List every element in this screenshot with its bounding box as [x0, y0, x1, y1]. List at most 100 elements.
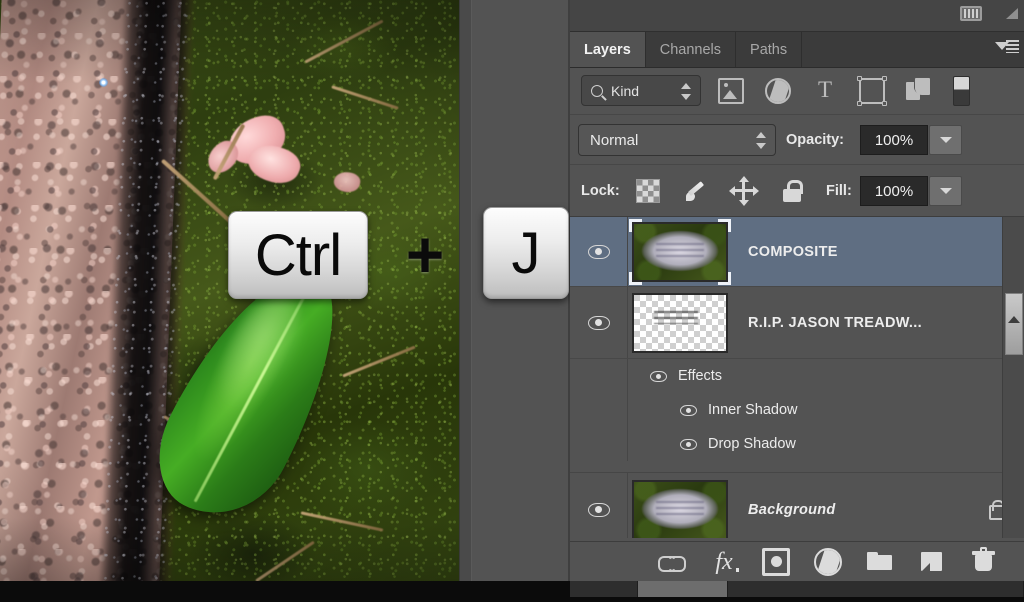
tab-layers[interactable]: Layers — [570, 32, 646, 67]
fill-field[interactable]: 100% — [860, 176, 928, 206]
opacity-field[interactable]: 100% — [860, 125, 928, 155]
image-canvas[interactable]: Ctrl + — [0, 0, 459, 602]
list-spacer — [570, 461, 1024, 473]
eye-icon — [587, 502, 610, 517]
tab-channels[interactable]: Channels — [646, 32, 737, 67]
lock-buttons — [636, 165, 804, 217]
layer-thumbnail-cell[interactable] — [628, 479, 732, 538]
collapse-panels-icon[interactable] — [960, 6, 982, 21]
hamburger-lines-icon — [1006, 40, 1019, 53]
effect-label: Drop Shadow — [708, 436, 796, 452]
layer-name[interactable]: Background — [732, 502, 986, 518]
table-row[interactable]: Background — [570, 473, 1024, 538]
keycap-j: J — [483, 207, 569, 299]
pixel-layers-filter-icon[interactable] — [718, 78, 744, 104]
filter-kind-select[interactable]: Kind — [581, 75, 701, 106]
lock-label: Lock: — [581, 183, 620, 199]
eye-icon[interactable] — [680, 404, 697, 416]
row-gutter — [570, 393, 628, 427]
layer-name[interactable]: R.I.P. JASON TREADW... — [732, 315, 1003, 331]
lock-all-icon[interactable] — [780, 179, 804, 203]
grave-photo-thumbnail — [629, 218, 731, 285]
chevron-down-icon — [939, 137, 952, 143]
layer-style-fx-icon[interactable]: fx — [710, 548, 739, 576]
layers-panel: Layers Channels Paths Kind T Normal Opac… — [570, 0, 1024, 602]
layer-visibility-toggle[interactable] — [570, 287, 628, 358]
opacity-label: Opacity: — [786, 132, 845, 148]
lock-transparent-pixels-icon[interactable] — [636, 179, 660, 203]
effect-row-inner-shadow[interactable]: Inner Shadow — [570, 393, 1024, 427]
layer-name[interactable]: COMPOSITE — [732, 244, 1024, 260]
effect-row-drop-shadow[interactable]: Drop Shadow — [570, 427, 1024, 461]
panel-menu-icon[interactable] — [995, 36, 1019, 58]
chevron-updown-icon — [756, 132, 766, 149]
transparent-text-thumbnail — [632, 292, 728, 353]
canvas-edge-divider — [459, 0, 472, 602]
adjustment-layers-filter-icon[interactable] — [765, 78, 791, 104]
workspace-gap — [472, 0, 570, 602]
lock-row: Lock: Fill: 100% — [570, 164, 1024, 216]
table-row[interactable]: R.I.P. JASON TREADW... fx — [570, 287, 1024, 359]
fill-label: Fill: — [826, 183, 852, 199]
new-adjustment-layer-icon[interactable] — [814, 547, 842, 576]
layer-visibility-toggle[interactable] — [570, 217, 628, 286]
layer-visibility-toggle[interactable] — [570, 473, 628, 538]
chevron-updown-icon — [681, 83, 691, 100]
blend-mode-select[interactable]: Normal — [578, 124, 776, 156]
blend-mode-value: Normal — [590, 131, 639, 149]
bottom-strip — [0, 581, 1024, 602]
panel-tab-bar: Layers Channels Paths — [570, 32, 1024, 68]
canvas-vignette — [0, 0, 459, 602]
effects-group-row[interactable]: Effects — [570, 359, 1024, 393]
eye-icon[interactable] — [650, 370, 667, 382]
scrollbar-thumb[interactable] — [1005, 293, 1023, 355]
layers-panel-footer: fx — [570, 541, 1024, 581]
panel-top-strip — [570, 0, 1024, 32]
row-gutter — [570, 427, 628, 461]
layers-list[interactable]: COMPOSITE R.I.P. JASON TREADW... fx — [570, 216, 1024, 538]
layer-filter-row: Kind T — [570, 68, 1024, 114]
bottom-tab[interactable] — [728, 581, 1024, 597]
eye-icon[interactable] — [680, 438, 697, 450]
type-layers-filter-icon[interactable]: T — [812, 78, 838, 104]
chevron-down-icon — [939, 188, 952, 194]
filter-toggle-switch[interactable] — [953, 76, 970, 106]
keycap-ctrl: Ctrl — [228, 211, 368, 299]
blend-mode-row: Normal Opacity: 100% — [570, 114, 1024, 164]
fill-value: 100% — [874, 182, 914, 200]
smart-object-filter-icon[interactable] — [906, 78, 932, 104]
shape-layers-filter-icon[interactable] — [857, 76, 887, 106]
add-layer-mask-icon[interactable] — [762, 547, 790, 576]
layer-thumbnail-cell[interactable] — [628, 218, 732, 285]
bottom-tab-active[interactable] — [638, 581, 728, 597]
new-layer-icon[interactable] — [918, 548, 946, 576]
keycap-plus-sign: + — [405, 217, 445, 291]
lock-position-icon[interactable] — [729, 176, 759, 206]
effect-label: Inner Shadow — [708, 402, 798, 418]
bottom-panel-tabs — [570, 581, 1024, 597]
search-icon — [591, 84, 603, 97]
opacity-stepper-button[interactable] — [929, 125, 962, 155]
effects-label: Effects — [678, 368, 723, 384]
fill-stepper-button[interactable] — [929, 176, 962, 206]
eye-icon — [587, 315, 610, 330]
link-layers-icon[interactable] — [658, 548, 686, 576]
tab-paths[interactable]: Paths — [736, 32, 803, 67]
eye-icon — [587, 244, 610, 259]
layer-thumbnail-cell[interactable] — [628, 292, 732, 353]
table-row[interactable]: COMPOSITE — [570, 217, 1024, 287]
grave-photo-thumbnail — [632, 479, 728, 538]
bottom-tab[interactable] — [570, 581, 638, 597]
row-gutter — [570, 359, 628, 393]
lock-image-pixels-icon[interactable] — [684, 179, 708, 203]
filter-kind-label: Kind — [611, 82, 640, 99]
photoshop-screenshot: Ctrl + J Layers Channels Paths Kind T No… — [0, 0, 1024, 602]
chevron-up-icon — [1008, 316, 1020, 323]
delete-layer-icon[interactable] — [970, 546, 998, 576]
new-group-icon[interactable] — [866, 548, 894, 576]
filter-type-buttons: T — [718, 68, 970, 114]
tab-bar-filler — [802, 32, 1024, 67]
layers-list-scrollbar[interactable] — [1002, 217, 1024, 538]
opacity-value: 100% — [874, 131, 914, 149]
panel-corner-icon[interactable] — [1006, 8, 1018, 19]
